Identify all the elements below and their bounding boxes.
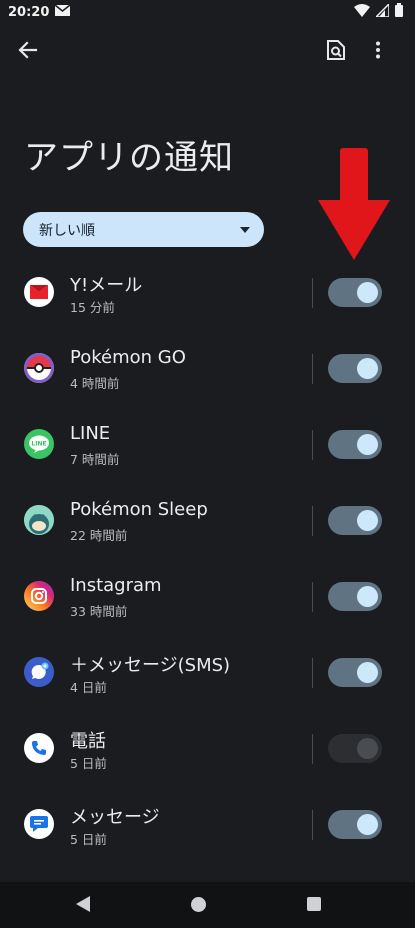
- nav-home-icon[interactable]: [191, 897, 206, 912]
- app-last-notified: 15 分前: [70, 300, 115, 315]
- divider: [312, 658, 313, 688]
- notification-toggle[interactable]: [328, 506, 382, 535]
- app-row-plus-message[interactable]: ＋メッセージ(SMS) 4 日前: [0, 635, 415, 711]
- app-row-phone[interactable]: 電話 5 日前: [0, 711, 415, 787]
- app-name: 電話: [70, 731, 106, 752]
- app-last-notified: 5 日前: [70, 756, 107, 771]
- app-name: Pokémon Sleep: [70, 499, 208, 520]
- app-last-notified: 4 時間前: [70, 376, 120, 391]
- more-vertical-icon[interactable]: [360, 32, 396, 68]
- app-row-instagram[interactable]: Instagram 33 時間前: [0, 559, 415, 635]
- toggle-knob: [357, 510, 378, 531]
- sort-dropdown[interactable]: 新しい順: [23, 212, 264, 247]
- battery-icon: [395, 3, 403, 21]
- pokemon-sleep-icon: [24, 505, 54, 535]
- red-arrow-annotation: [318, 148, 390, 260]
- notification-toggle[interactable]: [328, 658, 382, 687]
- notification-toggle[interactable]: [328, 582, 382, 611]
- notification-toggle[interactable]: [328, 810, 382, 839]
- status-bar: 20:20: [0, 0, 415, 24]
- app-name: Instagram: [70, 575, 162, 596]
- app-last-notified: 22 時間前: [70, 528, 128, 543]
- app-last-notified: 4 日前: [70, 680, 107, 695]
- top-app-bar: [0, 28, 415, 72]
- app-name: Y!メール: [70, 275, 143, 296]
- messages-icon: [24, 809, 54, 839]
- mail-icon: [54, 3, 71, 20]
- app-last-notified: 5 日前: [70, 832, 107, 847]
- app-row-pokemon-go[interactable]: Pokémon GO 4 時間前: [0, 331, 415, 407]
- nav-back-icon[interactable]: [76, 896, 90, 916]
- toggle-knob: [357, 814, 378, 835]
- arrow-left-icon[interactable]: [10, 32, 46, 68]
- divider: [312, 582, 313, 612]
- caret-down-icon: [240, 226, 250, 233]
- page-title: アプリの通知: [24, 138, 234, 178]
- toggle-knob: [357, 738, 378, 759]
- app-row-pokemon-sleep[interactable]: Pokémon Sleep 22 時間前: [0, 483, 415, 559]
- pokemon-go-icon: [24, 353, 54, 383]
- notification-toggle[interactable]: [328, 278, 382, 307]
- app-name: LINE: [70, 423, 111, 444]
- svg-text:LINE: LINE: [31, 441, 46, 448]
- phone-icon: [24, 733, 54, 763]
- divider: [312, 506, 313, 536]
- notification-toggle[interactable]: [328, 354, 382, 383]
- app-row-line[interactable]: LINE LINE 7 時間前: [0, 407, 415, 483]
- plus-message-icon: [24, 657, 54, 687]
- toggle-knob: [357, 358, 378, 379]
- search-in-page-icon[interactable]: [318, 32, 354, 68]
- app-row-ymail[interactable]: Y!メール 15 分前: [0, 255, 415, 331]
- ymail-icon: [24, 277, 54, 307]
- divider: [312, 430, 313, 460]
- wifi-icon: [354, 3, 370, 21]
- divider: [312, 734, 313, 764]
- sort-dropdown-label: 新しい順: [39, 222, 95, 239]
- toggle-knob: [357, 434, 378, 455]
- divider: [312, 354, 313, 384]
- notification-toggle[interactable]: [328, 430, 382, 459]
- app-row-messages[interactable]: メッセージ 5 日前: [0, 787, 415, 863]
- system-navigation-bar: [0, 882, 415, 928]
- app-notification-list: Y!メール 15 分前 Pokémon GO 4 時間前 LINE LINE 7…: [0, 255, 415, 863]
- app-name: メッセージ: [70, 807, 160, 828]
- instagram-icon: [24, 581, 54, 611]
- notification-toggle[interactable]: [328, 734, 382, 763]
- signal-icon: [374, 1, 390, 21]
- status-time: 20:20: [8, 4, 50, 20]
- app-last-notified: 33 時間前: [70, 604, 128, 619]
- toggle-knob: [357, 662, 378, 683]
- toggle-knob: [357, 282, 378, 303]
- app-name: Pokémon GO: [70, 347, 186, 368]
- nav-recents-icon[interactable]: [307, 897, 321, 911]
- divider: [312, 278, 313, 308]
- app-name: ＋メッセージ(SMS): [70, 655, 231, 676]
- line-icon: LINE: [24, 429, 54, 459]
- divider: [312, 810, 313, 840]
- toggle-knob: [357, 586, 378, 607]
- app-last-notified: 7 時間前: [70, 452, 120, 467]
